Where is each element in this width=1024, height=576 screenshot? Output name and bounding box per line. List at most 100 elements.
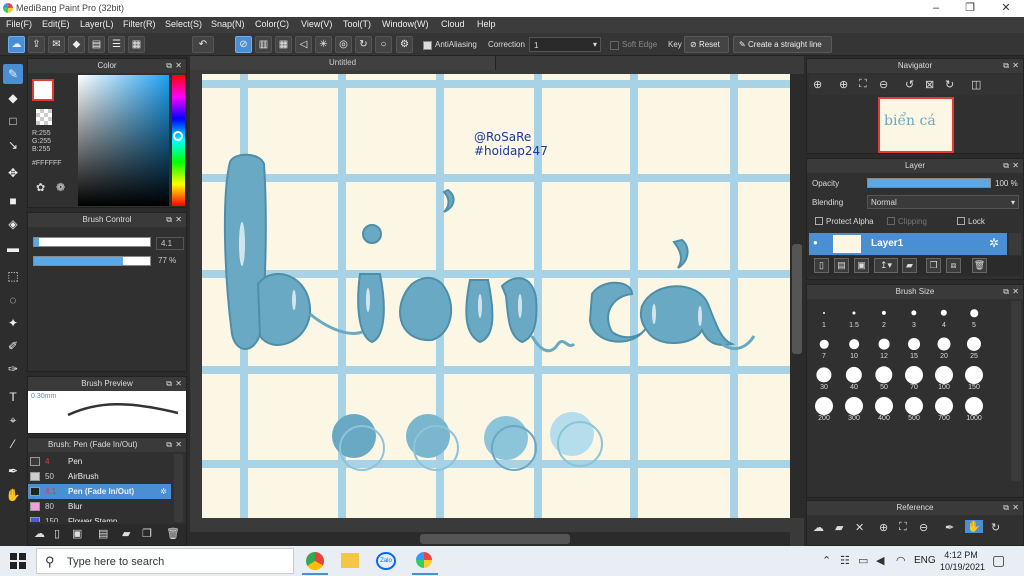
- brush-size-option[interactable]: 12: [869, 332, 899, 362]
- brush-size-option[interactable]: 20: [929, 332, 959, 362]
- duplicate-layer-icon[interactable]: ❐: [926, 258, 941, 273]
- popout-icon[interactable]: ⧉: [1003, 59, 1009, 73]
- menu-help[interactable]: Help: [477, 19, 496, 29]
- network-icon[interactable]: ▭: [858, 554, 868, 567]
- palette-add-icon[interactable]: ❁: [56, 181, 65, 194]
- hue-handle[interactable]: [173, 131, 183, 141]
- brush-size-option[interactable]: 15: [899, 332, 929, 362]
- menu-edit[interactable]: Edit(E): [42, 19, 70, 29]
- maximize-icon[interactable]: ❐: [953, 0, 987, 17]
- palette-icon[interactable]: ✿: [36, 181, 45, 194]
- brush-tool-icon[interactable]: ✎: [3, 64, 23, 84]
- radial-snap-icon[interactable]: ✳: [315, 36, 332, 53]
- close-panel-icon[interactable]: ✕: [175, 377, 182, 391]
- popout-icon[interactable]: ⧉: [166, 377, 172, 391]
- lock-checkbox[interactable]: [957, 217, 965, 225]
- brush-size-option[interactable]: 25: [959, 332, 989, 362]
- scroll-thumb[interactable]: [420, 534, 570, 544]
- popout-icon[interactable]: ⧉: [1003, 159, 1009, 173]
- windows-start-icon[interactable]: [10, 553, 26, 569]
- hand-icon[interactable]: ✋: [965, 520, 983, 533]
- flip-icon[interactable]: ◫: [971, 78, 981, 91]
- brush-settings-icon[interactable]: ▤: [98, 527, 108, 540]
- protect-alpha-checkbox[interactable]: [815, 217, 823, 225]
- popout-icon[interactable]: ⧉: [166, 438, 172, 452]
- brush-size-option[interactable]: 30: [809, 363, 839, 393]
- menu-color[interactable]: Color(C): [255, 19, 289, 29]
- move-tool-icon[interactable]: ✥: [3, 163, 23, 183]
- cloud-icon[interactable]: ☁: [8, 36, 25, 53]
- clipping-checkbox[interactable]: [887, 217, 895, 225]
- layer-scrollbar[interactable]: [1009, 233, 1021, 255]
- gradient-tool-icon[interactable]: ▬: [3, 238, 23, 258]
- list-item-selected[interactable]: 4.1 Pen (Fade In/Out) ✲: [28, 484, 171, 499]
- brush-size-option[interactable]: 300: [839, 394, 869, 424]
- menu-layer[interactable]: Layer(L): [80, 19, 114, 29]
- share-icon[interactable]: ⇪: [28, 36, 45, 53]
- rotate-left-icon[interactable]: ↺: [905, 78, 914, 91]
- brush-size-option[interactable]: 1: [809, 301, 839, 331]
- brush-size-option[interactable]: 4: [929, 301, 959, 331]
- zoom-out-icon[interactable]: ⊖: [919, 521, 928, 534]
- menu-snap[interactable]: Snap(N): [211, 19, 245, 29]
- input-method-icon[interactable]: ☷: [840, 554, 850, 567]
- minimize-icon[interactable]: –: [919, 0, 953, 17]
- circle-snap-icon[interactable]: ◎: [335, 36, 352, 53]
- menu-view[interactable]: View(V): [301, 19, 332, 29]
- new-halftone-layer-icon[interactable]: ▤: [834, 258, 849, 273]
- brush-size-option[interactable]: 200: [809, 394, 839, 424]
- gear-icon[interactable]: ✲: [160, 484, 167, 499]
- wifi-icon[interactable]: ◠: [896, 554, 906, 567]
- vanishing-snap-icon[interactable]: ◁: [295, 36, 312, 53]
- new-layer-icon[interactable]: ▯: [814, 258, 829, 273]
- file-explorer-icon[interactable]: [341, 553, 359, 568]
- vertical-scrollbar[interactable]: [790, 74, 804, 518]
- brush-opacity-slider[interactable]: [33, 256, 151, 266]
- brush-size-option[interactable]: 50: [869, 363, 899, 393]
- list-icon[interactable]: ☰: [108, 36, 125, 53]
- layer-row[interactable]: ● Layer1 ✲: [809, 233, 1007, 255]
- antialiasing-checkbox[interactable]: [423, 41, 432, 50]
- soft-edge-checkbox[interactable]: [610, 41, 619, 50]
- zoom-in-icon[interactable]: ⊕: [879, 521, 888, 534]
- straight-line-button[interactable]: ✎ Create a straight line: [733, 36, 832, 53]
- ellipse-snap-icon[interactable]: ○: [375, 36, 392, 53]
- layer-opacity-slider[interactable]: [867, 178, 991, 188]
- fit-icon[interactable]: ⛶: [899, 521, 907, 534]
- close-panel-icon[interactable]: ✕: [1012, 159, 1019, 173]
- brush-size-option[interactable]: 7: [809, 332, 839, 362]
- close-panel-icon[interactable]: ✕: [1012, 501, 1019, 515]
- eraser-tool-icon[interactable]: ◆: [3, 88, 23, 108]
- parallel-snap-icon[interactable]: ▥: [255, 36, 272, 53]
- brush-size-option[interactable]: 150: [959, 363, 989, 393]
- list-item[interactable]: 4 Pen: [28, 454, 171, 469]
- horizontal-scrollbar[interactable]: [190, 532, 790, 546]
- popout-icon[interactable]: ⧉: [166, 213, 172, 227]
- fit-icon[interactable]: ⛶: [859, 78, 867, 91]
- correction-select[interactable]: 1 ▾: [529, 37, 601, 52]
- brush-size-option[interactable]: 70: [899, 363, 929, 393]
- document-icon[interactable]: ▤: [88, 36, 105, 53]
- grid-icon[interactable]: ▦: [128, 36, 145, 53]
- eyedropper-icon[interactable]: ✒: [945, 521, 954, 534]
- color-saturation-picker[interactable]: [78, 75, 169, 206]
- text-tool-icon[interactable]: T: [3, 387, 23, 407]
- list-item[interactable]: 50 AirBrush: [28, 469, 171, 484]
- list-item[interactable]: 80 Blur: [28, 499, 171, 514]
- chrome-icon[interactable]: [306, 552, 324, 570]
- search-box[interactable]: ⚲ Type here to search: [36, 548, 294, 574]
- language-indicator[interactable]: ENG: [914, 555, 936, 566]
- zoom-in-icon[interactable]: ⊕: [839, 78, 848, 91]
- zoom-in-icon[interactable]: ⊕: [813, 78, 822, 91]
- select-eraser-tool-icon[interactable]: ✑: [3, 359, 23, 379]
- trash-icon[interactable]: 🗑: [972, 258, 987, 273]
- brush-size-option[interactable]: 2: [869, 301, 899, 331]
- menu-cloud[interactable]: Cloud: [441, 19, 465, 29]
- cloud-brush-icon[interactable]: ☁: [34, 527, 45, 540]
- brush-size-option[interactable]: 500: [899, 394, 929, 424]
- document-tab[interactable]: Untitled: [190, 56, 496, 70]
- bucket-tool-icon[interactable]: ◈: [3, 214, 23, 234]
- menu-file[interactable]: File(F): [6, 19, 32, 29]
- select-pen-tool-icon[interactable]: ✐: [3, 336, 23, 356]
- hand-tool-icon[interactable]: ✋: [3, 485, 23, 505]
